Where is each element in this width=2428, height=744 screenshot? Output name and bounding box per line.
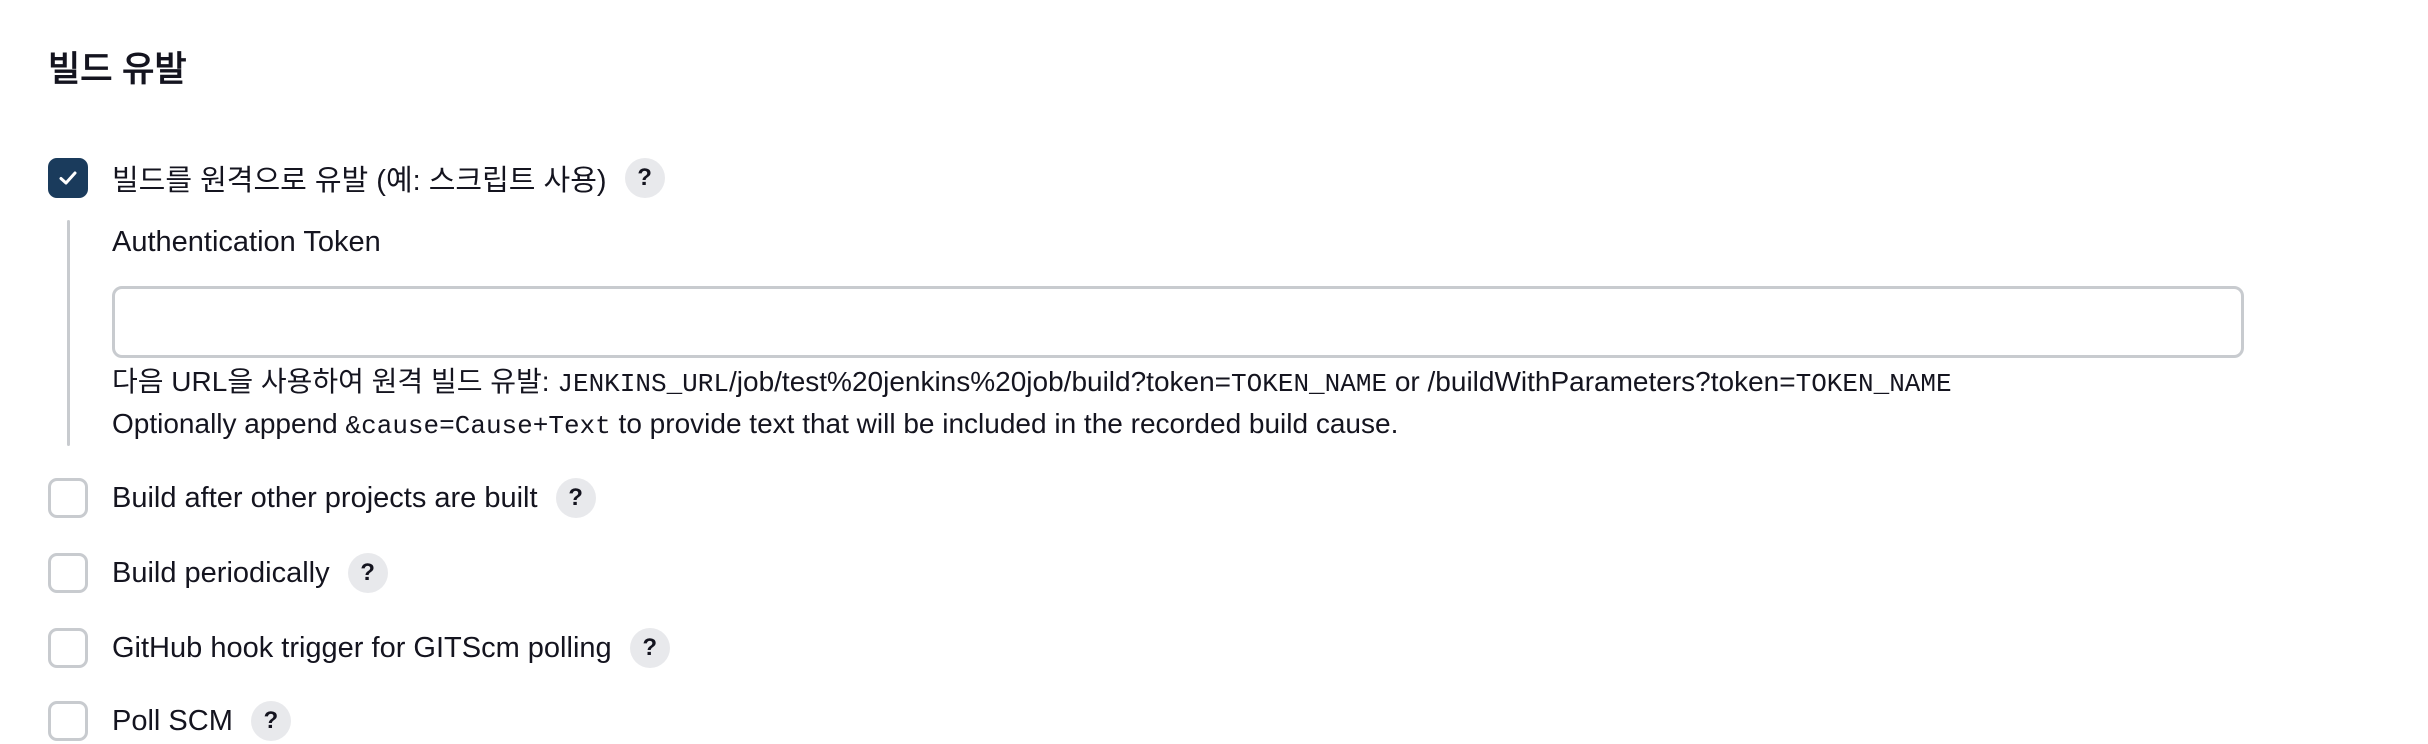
checkmark-icon <box>59 171 77 185</box>
help-icon[interactable]: ? <box>629 628 670 668</box>
option-github-hook: GitHub hook trigger for GITScm polling ? <box>48 625 670 671</box>
option-poll-scm: Poll SCM ? <box>48 698 291 744</box>
code-token-name: TOKEN_NAME <box>1795 369 1952 399</box>
desc-text: 다음 URL을 사용하여 원격 빌드 유발: <box>112 366 558 397</box>
desc-text: /job/test%20jenkins%20job/build?token= <box>729 366 1232 397</box>
github-hook-checkbox[interactable] <box>48 628 88 668</box>
desc-text: or /buildWithParameters?token= <box>1387 366 1796 397</box>
section-title: 빌드 유발 <box>48 50 187 89</box>
build-periodically-label[interactable]: Build periodically <box>112 557 330 590</box>
help-icon[interactable]: ? <box>250 701 291 741</box>
code-token-name: TOKEN_NAME <box>1231 369 1388 399</box>
desc-text: to provide text that will be included in… <box>610 408 1399 439</box>
help-icon[interactable]: ? <box>347 553 388 593</box>
auth-token-label: Authentication Token <box>112 226 381 258</box>
remote-url-description: 다음 URL을 사용하여 원격 빌드 유발: JENKINS_URL/job/t… <box>112 362 1952 404</box>
code-jenkins-url: JENKINS_URL <box>557 369 729 399</box>
poll-scm-checkbox[interactable] <box>48 701 88 741</box>
option-remote-trigger: 빌드를 원격으로 유발 (예: 스크립트 사용) ? <box>48 155 665 201</box>
build-after-other-label[interactable]: Build after other projects are built <box>112 482 538 515</box>
option-build-after-other: Build after other projects are built ? <box>48 475 596 521</box>
help-icon[interactable]: ? <box>624 158 665 198</box>
nested-section-bar <box>67 220 70 446</box>
build-after-other-checkbox[interactable] <box>48 478 88 518</box>
option-build-periodically: Build periodically ? <box>48 550 388 596</box>
cause-description: Optionally append &cause=Cause+Text to p… <box>112 404 1398 446</box>
desc-text: Optionally append <box>112 408 346 439</box>
auth-token-input[interactable] <box>112 286 2244 358</box>
remote-trigger-checkbox[interactable] <box>48 158 88 198</box>
help-icon[interactable]: ? <box>555 478 596 518</box>
github-hook-label[interactable]: GitHub hook trigger for GITScm polling <box>112 632 612 665</box>
poll-scm-label[interactable]: Poll SCM <box>112 705 233 738</box>
remote-trigger-label[interactable]: 빌드를 원격으로 유발 (예: 스크립트 사용) <box>112 157 607 199</box>
code-cause: &cause=Cause+Text <box>345 411 611 441</box>
build-periodically-checkbox[interactable] <box>48 553 88 593</box>
